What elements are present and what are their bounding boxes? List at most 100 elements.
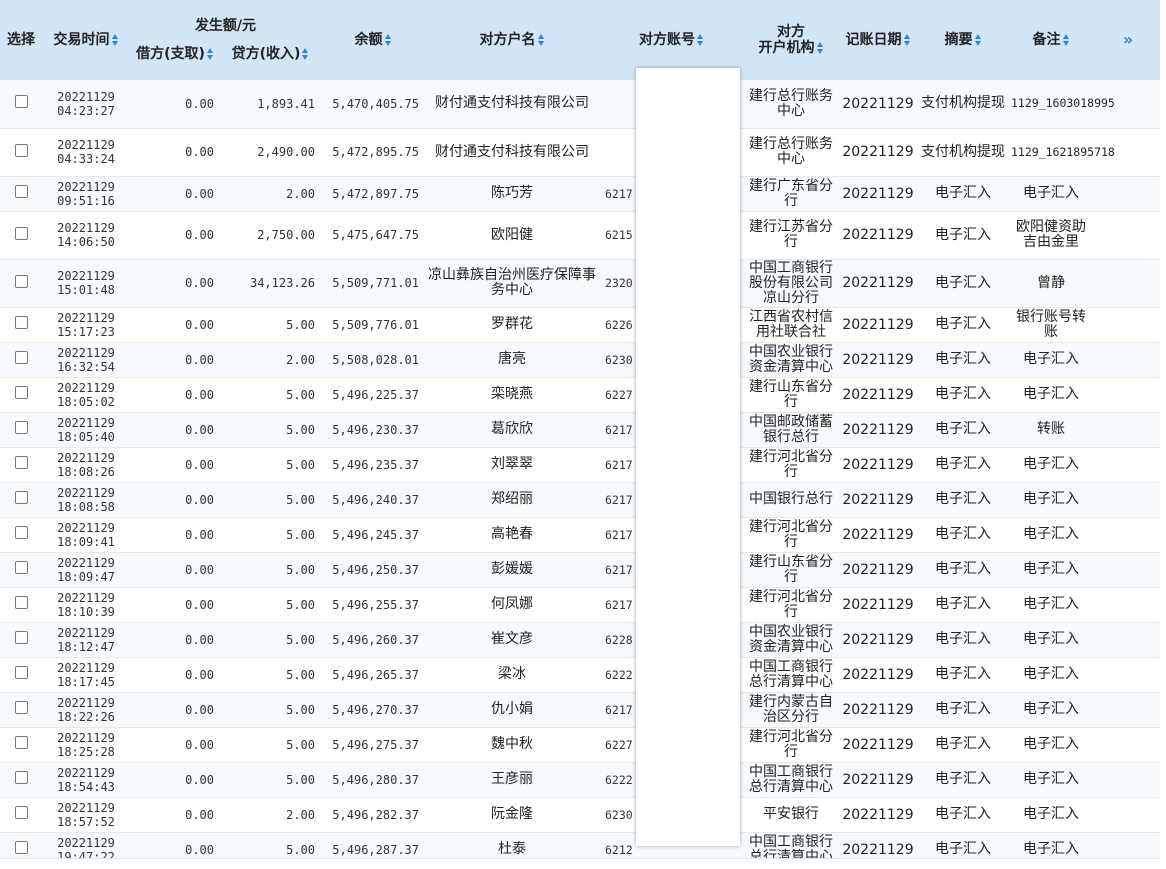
row-select-cell[interactable] (0, 517, 42, 553)
table-row[interactable]: 20221129 16:32:54 0.00 2.00 5,508,028.01 唐亮 62… (0, 342, 1160, 378)
row-checkbox[interactable] (14, 316, 28, 329)
row-spacer (1094, 412, 1160, 448)
table-row[interactable]: 20221129 18:08:26 0.00 5.00 5,496,235.37 刘翠翠 6… (0, 447, 1160, 483)
col-header-balance[interactable]: 余额 (321, 0, 425, 80)
sort-icon[interactable] (974, 33, 982, 47)
table-row[interactable]: 20221129 04:33:24 0.00 2,490.00 5,472,895.75… (0, 128, 1160, 177)
sort-icon[interactable] (111, 33, 119, 47)
row-select-cell[interactable] (0, 762, 42, 798)
row-checkbox[interactable] (14, 631, 28, 644)
table-row[interactable]: 20221129 15:01:48 0.00 34,123.26 5,509,771.0… (0, 259, 1160, 308)
transaction-date: 20221129 (57, 555, 115, 570)
table-row[interactable]: 20221129 18:17:45 0.00 5.00 5,496,265.37 梁冰 62… (0, 657, 1160, 693)
row-select-cell[interactable] (0, 412, 42, 448)
counterparty-name: 高艳春 (425, 517, 599, 553)
col-header-time[interactable]: 交易时间 (42, 0, 130, 80)
sort-icon[interactable] (697, 33, 704, 47)
row-checkbox[interactable] (14, 421, 28, 434)
sort-icon[interactable] (302, 47, 309, 61)
table-row[interactable]: 20221129 18:09:47 0.00 5.00 5,496,250.37 彭媛媛 6… (0, 552, 1160, 588)
transaction-date: 20221129 (57, 730, 115, 745)
sort-icon[interactable] (537, 33, 545, 47)
table-row[interactable]: 20221129 15:17:23 0.00 5.00 5,509,776.01 罗群花 6… (0, 307, 1160, 343)
row-select-cell[interactable] (0, 657, 42, 693)
sort-icon[interactable] (903, 33, 911, 47)
table-row[interactable]: 20221129 09:51:16 0.00 2.00 5,472,897.75 陈巧芳 6… (0, 176, 1160, 212)
more-columns-button[interactable]: » (1094, 0, 1160, 80)
row-checkbox[interactable] (14, 185, 28, 198)
col-header-summary[interactable]: 摘要 (918, 0, 1008, 80)
row-select-cell[interactable] (0, 727, 42, 763)
row-select-cell[interactable] (0, 128, 42, 177)
table-row[interactable]: 20221129 18:08:58 0.00 5.00 5,496,240.37 郑绍丽 6… (0, 482, 1160, 518)
row-checkbox[interactable] (14, 561, 28, 574)
row-checkbox[interactable] (14, 386, 28, 399)
sort-icon[interactable] (1062, 33, 1070, 47)
transaction-date: 20221129 (57, 590, 115, 605)
debit-amount: 0.00 (130, 762, 220, 798)
double-chevron-right-icon[interactable]: » (1123, 30, 1133, 49)
row-select-cell[interactable] (0, 587, 42, 623)
col-header-post-date[interactable]: 记账日期 (838, 0, 918, 80)
row-select-cell[interactable] (0, 447, 42, 483)
col-header-debit[interactable]: 借方(支取) (130, 39, 220, 80)
row-checkbox[interactable] (14, 95, 28, 109)
row-checkbox[interactable] (14, 701, 28, 714)
row-checkbox[interactable] (14, 806, 28, 819)
row-checkbox[interactable] (14, 491, 28, 504)
table-row[interactable]: 20221129 18:05:40 0.00 5.00 5,496,230.37 葛欣欣 6… (0, 412, 1160, 448)
col-header-name[interactable]: 对方户名 (425, 0, 599, 80)
row-select-cell[interactable] (0, 482, 42, 518)
row-checkbox[interactable] (14, 736, 28, 749)
row-checkbox[interactable] (14, 143, 28, 157)
row-select-cell[interactable] (0, 211, 42, 260)
table-row[interactable]: 20221129 18:57:52 0.00 2.00 5,496,282.37 阮金隆 6… (0, 797, 1160, 833)
row-spacer (1094, 692, 1160, 728)
row-select-cell[interactable] (0, 552, 42, 588)
row-checkbox[interactable] (14, 351, 28, 364)
transaction-date: 20221129 (57, 660, 115, 675)
row-checkbox[interactable] (14, 771, 28, 784)
row-checkbox[interactable] (14, 526, 28, 539)
balance-amount: 5,509,771.01 (321, 259, 425, 308)
sort-icon[interactable] (206, 47, 214, 61)
row-select-cell[interactable] (0, 176, 42, 212)
table-row[interactable]: 20221129 04:23:27 0.00 1,893.41 5,470,405.75… (0, 80, 1160, 129)
row-checkbox[interactable] (14, 841, 28, 854)
table-row[interactable]: 20221129 18:10:39 0.00 5.00 5,496,255.37 何凤娜 6… (0, 587, 1160, 623)
row-select-cell[interactable] (0, 307, 42, 343)
credit-amount: 5.00 (220, 307, 321, 343)
transaction-table: 选择 交易时间 发生额/元 余额 对方户名 对方账号 对方 开户机构 记账日期 摘… (0, 0, 1160, 868)
row-spacer (1094, 176, 1160, 212)
row-select-cell[interactable] (0, 622, 42, 658)
table-row[interactable]: 20221129 14:06:50 0.00 2,750.00 5,475,647.75… (0, 211, 1160, 260)
sort-icon[interactable] (384, 33, 392, 47)
table-row[interactable]: 20221129 18:22:26 0.00 5.00 5,496,270.37 仇小娟 6… (0, 692, 1160, 728)
col-header-note[interactable]: 备注 (1008, 0, 1094, 80)
col-header-bank[interactable]: 对方 开户机构 (744, 0, 838, 80)
debit-amount: 0.00 (130, 482, 220, 518)
note: 欧阳健资助 吉由金里 (1008, 211, 1094, 260)
transaction-clock: 15:17:23 (57, 324, 115, 339)
row-select-cell[interactable] (0, 80, 42, 129)
table-row[interactable]: 20221129 18:54:43 0.00 5.00 5,496,280.37 王彦丽 6… (0, 762, 1160, 798)
row-checkbox[interactable] (14, 274, 28, 288)
row-select-cell[interactable] (0, 259, 42, 308)
row-checkbox[interactable] (14, 596, 28, 609)
row-checkbox[interactable] (14, 226, 28, 240)
col-header-credit[interactable]: 贷方(收入) (220, 39, 321, 80)
row-select-cell[interactable] (0, 342, 42, 378)
row-checkbox[interactable] (14, 456, 28, 469)
table-row[interactable]: 20221129 18:05:02 0.00 5.00 5,496,225.37 栾晓燕 6… (0, 377, 1160, 413)
debit-amount: 0.00 (130, 447, 220, 483)
row-select-cell[interactable] (0, 692, 42, 728)
row-checkbox[interactable] (14, 666, 28, 679)
transaction-time: 20221129 18:08:26 (42, 447, 130, 483)
table-row[interactable]: 20221129 18:25:28 0.00 5.00 5,496,275.37 魏中秋 6… (0, 727, 1160, 763)
table-row[interactable]: 20221129 18:09:41 0.00 5.00 5,496,245.37 高艳春 6… (0, 517, 1160, 553)
credit-amount: 5.00 (220, 657, 321, 693)
sort-icon[interactable] (816, 41, 824, 55)
table-row[interactable]: 20221129 18:12:47 0.00 5.00 5,496,260.37 崔文彦 6… (0, 622, 1160, 658)
row-select-cell[interactable] (0, 797, 42, 833)
row-select-cell[interactable] (0, 377, 42, 413)
